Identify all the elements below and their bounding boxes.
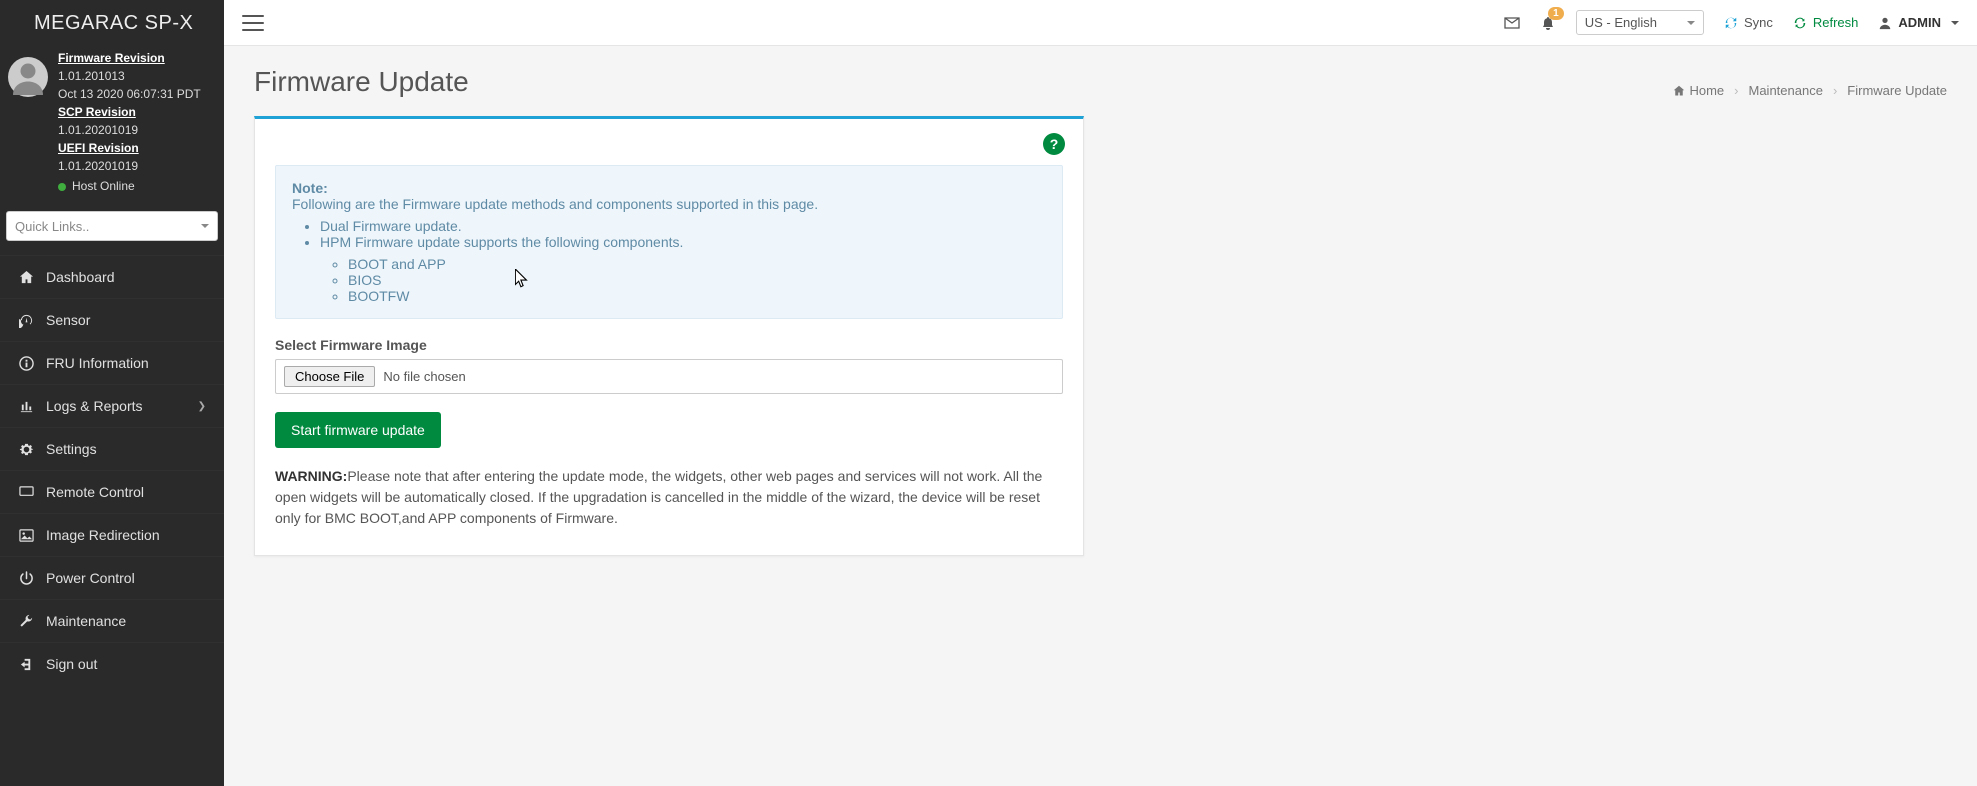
select-firmware-label: Select Firmware Image bbox=[275, 337, 1063, 353]
note-sub-bootfw: BOOTFW bbox=[348, 288, 1046, 304]
brand-title: MEGARAC SP-X bbox=[0, 0, 224, 47]
sidebar-item-fru-information[interactable]: FRU Information bbox=[0, 341, 224, 384]
home-icon bbox=[1673, 85, 1685, 97]
menu-toggle-button[interactable] bbox=[242, 15, 264, 31]
note-heading: Note: bbox=[292, 180, 328, 196]
sidebar-item-label: Image Redirection bbox=[46, 527, 160, 543]
note-sub-boot-app: BOOT and APP bbox=[348, 256, 1046, 272]
user-menu[interactable]: ADMIN bbox=[1878, 15, 1959, 30]
note-sub-bios: BIOS bbox=[348, 272, 1046, 288]
sidebar-item-label: Remote Control bbox=[46, 484, 144, 500]
note-box: Note: Following are the Firmware update … bbox=[275, 165, 1063, 319]
wrench-icon bbox=[18, 614, 34, 629]
image-icon bbox=[18, 528, 34, 543]
sidebar-item-maintenance[interactable]: Maintenance bbox=[0, 599, 224, 642]
sidebar-item-label: Sign out bbox=[46, 656, 97, 672]
avatar bbox=[8, 57, 48, 97]
topbar: 1 US - English Sync Refresh ADMIN bbox=[224, 0, 1977, 46]
sidebar-item-settings[interactable]: Settings bbox=[0, 427, 224, 470]
sidebar-item-image-redirection[interactable]: Image Redirection bbox=[0, 513, 224, 556]
chevron-right-icon: ❯ bbox=[198, 401, 206, 412]
quick-links-placeholder: Quick Links.. bbox=[15, 219, 89, 234]
breadcrumb: Home › Maintenance › Firmware Update bbox=[1673, 83, 1947, 98]
notifications-icon[interactable]: 1 bbox=[1540, 15, 1556, 31]
refresh-button[interactable]: Refresh bbox=[1793, 15, 1859, 30]
caret-down-icon bbox=[1687, 21, 1695, 25]
sidebar-item-label: Dashboard bbox=[46, 269, 115, 285]
breadcrumb-current: Firmware Update bbox=[1847, 83, 1947, 98]
sidebar-item-sign-out[interactable]: Sign out bbox=[0, 642, 224, 685]
start-firmware-update-button[interactable]: Start firmware update bbox=[275, 412, 441, 448]
info-icon bbox=[18, 356, 34, 371]
uefi-revision-value: 1.01.20201019 bbox=[58, 157, 216, 175]
warning-text: WARNING:Please note that after entering … bbox=[275, 466, 1063, 529]
messages-icon[interactable] bbox=[1504, 15, 1520, 31]
sidebar-item-logs-reports[interactable]: Logs & Reports ❯ bbox=[0, 384, 224, 427]
notification-badge: 1 bbox=[1548, 7, 1564, 20]
no-file-chosen-text: No file chosen bbox=[383, 369, 465, 384]
chart-icon bbox=[18, 399, 34, 414]
firmware-file-input[interactable]: Choose File No file chosen bbox=[275, 359, 1063, 394]
home-icon bbox=[18, 270, 34, 285]
sync-button[interactable]: Sync bbox=[1724, 15, 1773, 30]
help-icon[interactable]: ? bbox=[1043, 133, 1065, 155]
sync-icon bbox=[1724, 16, 1738, 30]
page-title: Firmware Update bbox=[254, 66, 469, 98]
signout-icon bbox=[18, 657, 34, 672]
note-description: Following are the Firmware update method… bbox=[292, 196, 818, 212]
user-icon bbox=[1878, 16, 1892, 30]
sidebar-item-label: Logs & Reports bbox=[46, 398, 143, 414]
scp-revision-value: 1.01.20201019 bbox=[58, 121, 216, 139]
breadcrumb-maintenance[interactable]: Maintenance bbox=[1749, 83, 1823, 98]
firmware-revision-label: Firmware Revision bbox=[58, 49, 216, 67]
uefi-revision-label: UEFI Revision bbox=[58, 139, 216, 157]
firmware-revision-value: 1.01.201013 bbox=[58, 67, 216, 85]
choose-file-button[interactable]: Choose File bbox=[284, 366, 375, 387]
host-status: Host Online bbox=[58, 177, 216, 195]
sidebar-item-label: FRU Information bbox=[46, 355, 149, 371]
user-block: Firmware Revision 1.01.201013 Oct 13 202… bbox=[0, 47, 224, 203]
note-bullet-dual: Dual Firmware update. bbox=[320, 218, 1046, 234]
sidebar-item-sensor[interactable]: Sensor bbox=[0, 298, 224, 341]
monitor-icon bbox=[18, 485, 34, 500]
breadcrumb-home[interactable]: Home bbox=[1673, 83, 1724, 98]
language-label: US - English bbox=[1585, 15, 1657, 30]
refresh-icon bbox=[1793, 16, 1807, 30]
sidebar-item-label: Settings bbox=[46, 441, 97, 457]
status-dot-icon bbox=[58, 183, 66, 191]
sidebar-item-label: Sensor bbox=[46, 312, 90, 328]
sidebar-item-label: Power Control bbox=[46, 570, 135, 586]
sidebar-nav: Dashboard Sensor FRU Information Logs & Rep… bbox=[0, 255, 224, 685]
note-bullet-hpm: HPM Firmware update supports the followi… bbox=[320, 234, 1046, 304]
sidebar: MEGARAC SP-X Firmware Revision 1.01.2010… bbox=[0, 0, 224, 786]
sidebar-item-remote-control[interactable]: Remote Control bbox=[0, 470, 224, 513]
power-icon bbox=[18, 571, 34, 586]
sidebar-item-label: Maintenance bbox=[46, 613, 126, 629]
firmware-update-panel: ? Note: Following are the Firmware updat… bbox=[254, 116, 1084, 556]
sidebar-item-power-control[interactable]: Power Control bbox=[0, 556, 224, 599]
caret-down-icon bbox=[201, 224, 209, 228]
caret-down-icon bbox=[1951, 21, 1959, 25]
scp-revision-label: SCP Revision bbox=[58, 103, 216, 121]
sidebar-item-dashboard[interactable]: Dashboard bbox=[0, 255, 224, 298]
firmware-date: Oct 13 2020 06:07:31 PDT bbox=[58, 85, 216, 103]
dashboard-icon bbox=[18, 313, 34, 328]
quick-links-dropdown[interactable]: Quick Links.. bbox=[6, 211, 218, 241]
gear-icon bbox=[18, 442, 34, 457]
language-dropdown[interactable]: US - English bbox=[1576, 10, 1704, 35]
